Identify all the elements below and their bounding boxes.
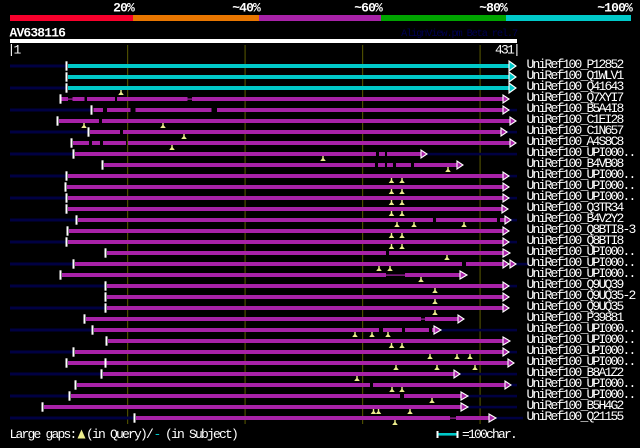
svg-text:|1: |1 <box>8 43 22 58</box>
svg-text:~80%: ~80% <box>479 1 508 16</box>
svg-text:UniRef100_Q21155: UniRef100_Q21155 <box>527 409 624 424</box>
svg-text:~60%: ~60% <box>354 1 383 16</box>
svg-text:(in Subject): (in Subject) <box>165 427 237 442</box>
svg-text:(in Query)/: (in Query)/ <box>86 427 154 442</box>
svg-text:=100char.: =100char. <box>462 427 516 442</box>
svg-text:Large gaps:: Large gaps: <box>10 427 76 442</box>
svg-text:20%: 20% <box>113 1 135 16</box>
svg-text:~100%: ~100% <box>597 1 633 16</box>
svg-text:-: - <box>154 427 160 442</box>
svg-text:AlignView.pm Beta rel.7: AlignView.pm Beta rel.7 <box>401 28 518 40</box>
svg-text:AV638116: AV638116 <box>10 26 67 41</box>
svg-text:431|: 431| <box>495 43 519 58</box>
svg-text:~40%: ~40% <box>232 1 261 16</box>
